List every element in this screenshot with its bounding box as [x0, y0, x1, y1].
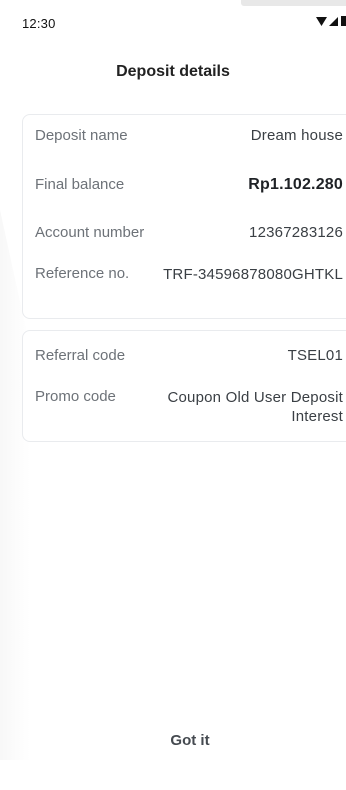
status-bar: 12:30 [0, 0, 346, 44]
final-balance-label: Final balance [35, 176, 125, 193]
deposit-name-label: Deposit name [35, 127, 128, 144]
reference-no-label: Reference no. [35, 265, 130, 282]
deposit-details-card: Deposit name Dream house Final balance R… [22, 114, 346, 319]
battery-icon [341, 16, 346, 26]
got-it-button[interactable]: Got it [0, 728, 346, 753]
promo-code-label: Promo code [35, 388, 116, 405]
promo-code-value: Coupon Old User Deposit Interest [167, 389, 343, 425]
page-title: Deposit details [116, 63, 230, 80]
final-balance-value: Rp1.102.280 [248, 176, 343, 193]
signal-icon [329, 17, 338, 26]
promo-card: Referral code TSEL01 Promo code Coupon O… [22, 330, 346, 442]
referral-code-value: TSEL01 [287, 347, 343, 364]
referral-code-label: Referral code [35, 347, 126, 364]
status-icons [316, 15, 346, 29]
reference-no-value: TRF-34596878080GHTKL [163, 266, 343, 283]
top-notch [241, 0, 346, 6]
account-number-label: Account number [35, 224, 145, 241]
status-time: 12:30 [22, 16, 56, 31]
account-number-value: 12367283126 [249, 224, 343, 241]
wifi-icon [316, 17, 327, 26]
deposit-name-value: Dream house [250, 127, 343, 144]
